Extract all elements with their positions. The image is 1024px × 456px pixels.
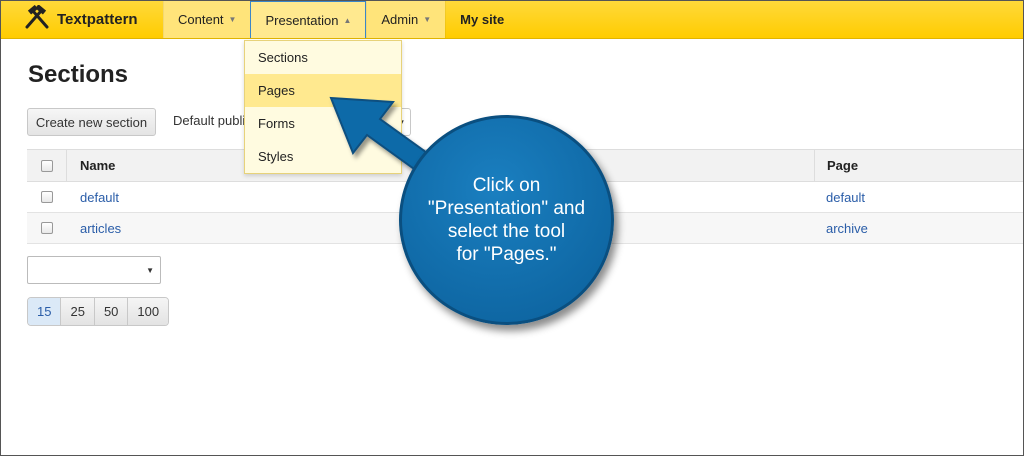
- callout-line: for "Pages.": [456, 244, 557, 265]
- callout-text: Click on "Presentation" and select the t…: [417, 174, 597, 266]
- callout-line: Click on: [472, 175, 541, 196]
- instruction-callout: Click on "Presentation" and select the t…: [399, 115, 614, 325]
- callout-line: "Presentation" and: [427, 198, 586, 219]
- callout-line: select the tool: [447, 221, 566, 242]
